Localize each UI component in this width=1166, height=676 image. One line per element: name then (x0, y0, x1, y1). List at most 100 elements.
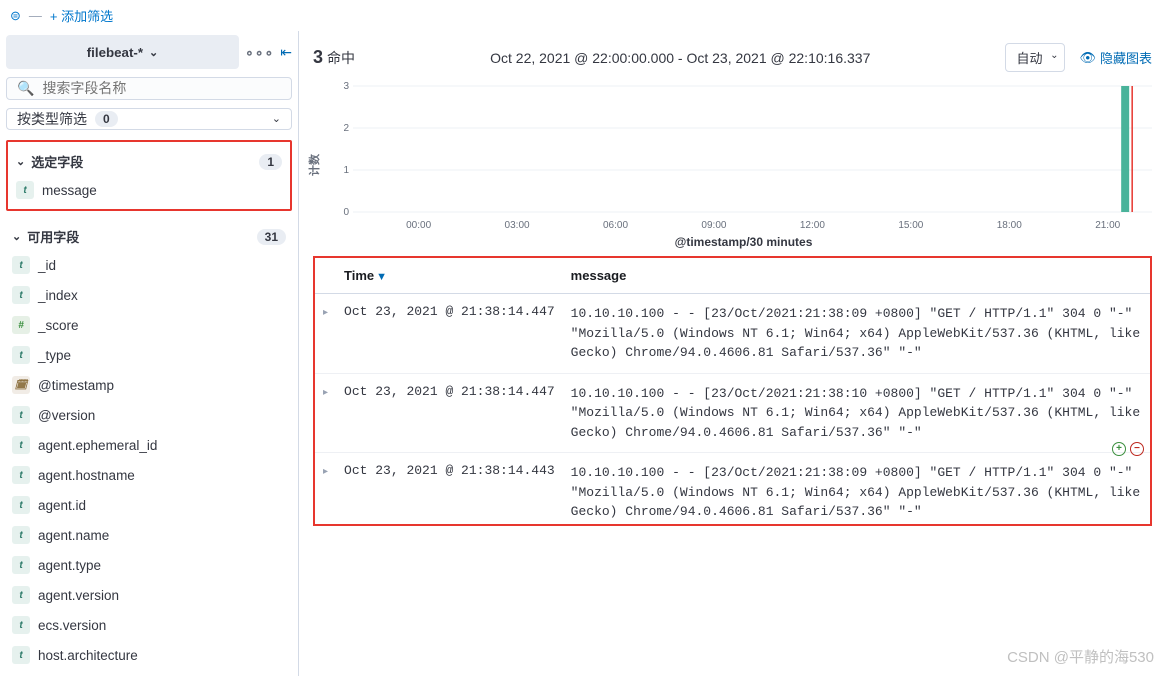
svg-text:00:00: 00:00 (406, 220, 431, 231)
field-search-input-wrap[interactable]: 🔍 (6, 77, 292, 100)
svg-text:03:00: 03:00 (505, 220, 530, 231)
field-item[interactable]: t_id (6, 250, 292, 280)
index-pattern-label: filebeat-* (87, 45, 143, 60)
field-name: agent.version (38, 588, 119, 603)
svg-text:2: 2 (343, 123, 349, 134)
svg-text:3: 3 (343, 81, 349, 92)
filter-by-type-label: 按类型筛选 (17, 109, 87, 129)
cell-message: 10.10.10.100 - - [23/Oct/2021:21:38:09 +… (563, 453, 1150, 532)
field-item[interactable]: tagent.version (6, 580, 292, 610)
selected-fields-count: 1 (259, 154, 282, 170)
column-header-message[interactable]: message (563, 258, 1150, 294)
filter-bar: ⊜ — + 添加筛选 (0, 0, 1166, 31)
watermark: CSDN @平静的海530 (1007, 646, 1154, 667)
field-name: host.architecture (38, 648, 138, 663)
selected-fields-highlight: ⌄ 选定字段 1 tmessage (6, 140, 292, 211)
divider: — (29, 8, 42, 23)
svg-text:09:00: 09:00 (701, 220, 726, 231)
selected-fields-label: 选定字段 (31, 152, 83, 171)
cell-message: 10.10.10.100 - - [23/Oct/2021:21:38:09 +… (563, 294, 1150, 374)
field-item[interactable]: #_score (6, 310, 292, 340)
field-name: _id (38, 258, 56, 273)
histogram-chart[interactable]: 计数 0 1 2 3 00:00 03:00 06:00 09:00 12:00 15:00 18:… (299, 80, 1166, 250)
field-name: @version (38, 408, 95, 423)
field-item[interactable]: t_type (6, 340, 292, 370)
field-item[interactable]: 🗓@timestamp (6, 370, 292, 400)
table-row: ▸Oct 23, 2021 @ 21:38:14.44710.10.10.100… (315, 294, 1150, 374)
field-name: message (42, 183, 97, 198)
field-item[interactable]: thost.architecture (6, 640, 292, 670)
field-name: agent.type (38, 558, 101, 573)
selected-fields-header[interactable]: ⌄ 选定字段 1 (10, 144, 288, 175)
table-row: ▸Oct 23, 2021 @ 21:38:14.44310.10.10.100… (315, 453, 1150, 532)
column-header-time[interactable]: Time▼ (336, 258, 563, 294)
field-name: ecs.version (38, 618, 106, 633)
field-name: @timestamp (38, 378, 114, 393)
chevron-down-icon: ⌄ (12, 230, 21, 243)
available-fields-header[interactable]: ⌄ 可用字段 31 (6, 219, 292, 250)
interval-label: 自动 (1016, 51, 1042, 66)
available-fields-label: 可用字段 (27, 227, 79, 246)
cell-time: Oct 23, 2021 @ 21:38:14.447 (336, 294, 563, 374)
x-axis-label: @timestamp/30 minutes (335, 235, 1152, 249)
chevron-down-icon: ⌄ (1050, 50, 1058, 61)
field-item[interactable]: tagent.ephemeral_id (6, 430, 292, 460)
expand-row-button[interactable]: ▸ (315, 294, 336, 374)
svg-text:15:00: 15:00 (898, 220, 923, 231)
field-search-input[interactable] (42, 80, 281, 96)
svg-text:1: 1 (343, 165, 349, 176)
field-name: agent.ephemeral_id (38, 438, 157, 453)
filter-pill-icon: ⊜ (10, 8, 21, 24)
collapse-sidebar-button[interactable]: ⇤ (280, 44, 292, 61)
main-content: 3 命中 Oct 22, 2021 @ 22:00:00.000 - Oct 2… (298, 31, 1166, 676)
field-name: _score (38, 318, 79, 333)
field-item[interactable]: tmessage (10, 175, 288, 205)
svg-text:12:00: 12:00 (800, 220, 825, 231)
chevron-down-icon: ⌄ (149, 46, 158, 59)
interval-select[interactable]: 自动 ⌄ (1005, 43, 1065, 72)
svg-text:06:00: 06:00 (603, 220, 628, 231)
add-filter-button[interactable]: + 添加筛选 (50, 6, 113, 25)
svg-text:18:00: 18:00 (997, 220, 1022, 231)
cell-time: Oct 23, 2021 @ 21:38:14.443 (336, 453, 563, 532)
field-name: agent.name (38, 528, 109, 543)
hit-count: 3 命中 (313, 47, 355, 68)
field-name: agent.id (38, 498, 86, 513)
field-item[interactable]: t_index (6, 280, 292, 310)
cell-time: Oct 23, 2021 @ 21:38:14.447 (336, 373, 563, 453)
expand-row-button[interactable]: ▸ (315, 453, 336, 532)
field-name: _type (38, 348, 71, 363)
search-icon: 🔍 (17, 80, 34, 97)
field-item[interactable]: t@version (6, 400, 292, 430)
field-name: agent.hostname (38, 468, 135, 483)
options-menu-button[interactable]: ∘∘∘ (245, 44, 274, 61)
index-pattern-selector[interactable]: filebeat-* ⌄ (6, 35, 239, 69)
hits-number: 3 (313, 47, 323, 68)
sort-desc-icon: ▼ (376, 271, 387, 283)
field-item[interactable]: tagent.name (6, 520, 292, 550)
field-item[interactable]: tecs.version (6, 610, 292, 640)
sidebar: filebeat-* ⌄ ∘∘∘ ⇤ 🔍 按类型筛选 0 ⌄ ⌄ 选定字段 1 t… (0, 31, 298, 676)
cell-message: 10.10.10.100 - - [23/Oct/2021:21:38:10 +… (563, 373, 1150, 453)
field-item[interactable]: tagent.id (6, 490, 292, 520)
svg-text:21:00: 21:00 (1095, 220, 1120, 231)
expand-row-button[interactable]: ▸ (315, 373, 336, 453)
hide-chart-label: 隐藏图表 (1100, 48, 1152, 67)
filter-by-type-count: 0 (95, 111, 118, 127)
available-fields-count: 31 (257, 229, 286, 245)
hits-label: 命中 (327, 48, 355, 68)
chevron-down-icon: ⌄ (272, 112, 281, 125)
field-name: _index (38, 288, 78, 303)
field-item[interactable]: tagent.type (6, 550, 292, 580)
filter-by-type-select[interactable]: 按类型筛选 0 ⌄ (6, 108, 292, 131)
table-row: ▸Oct 23, 2021 @ 21:38:14.44710.10.10.100… (315, 373, 1150, 453)
svg-text:0: 0 (343, 207, 349, 218)
hide-chart-button[interactable]: 👁 隐藏图表 (1079, 48, 1152, 67)
eye-closed-icon: 👁 (1079, 50, 1096, 66)
chevron-down-icon: ⌄ (16, 155, 25, 168)
date-range-text: Oct 22, 2021 @ 22:00:00.000 - Oct 23, 20… (490, 50, 870, 66)
documents-table-highlight: Time▼ message ▸Oct 23, 2021 @ 21:38:14.4… (313, 256, 1152, 526)
field-item[interactable]: tagent.hostname (6, 460, 292, 490)
y-axis-label: 计数 (306, 154, 322, 176)
documents-table: Time▼ message ▸Oct 23, 2021 @ 21:38:14.4… (315, 258, 1150, 532)
